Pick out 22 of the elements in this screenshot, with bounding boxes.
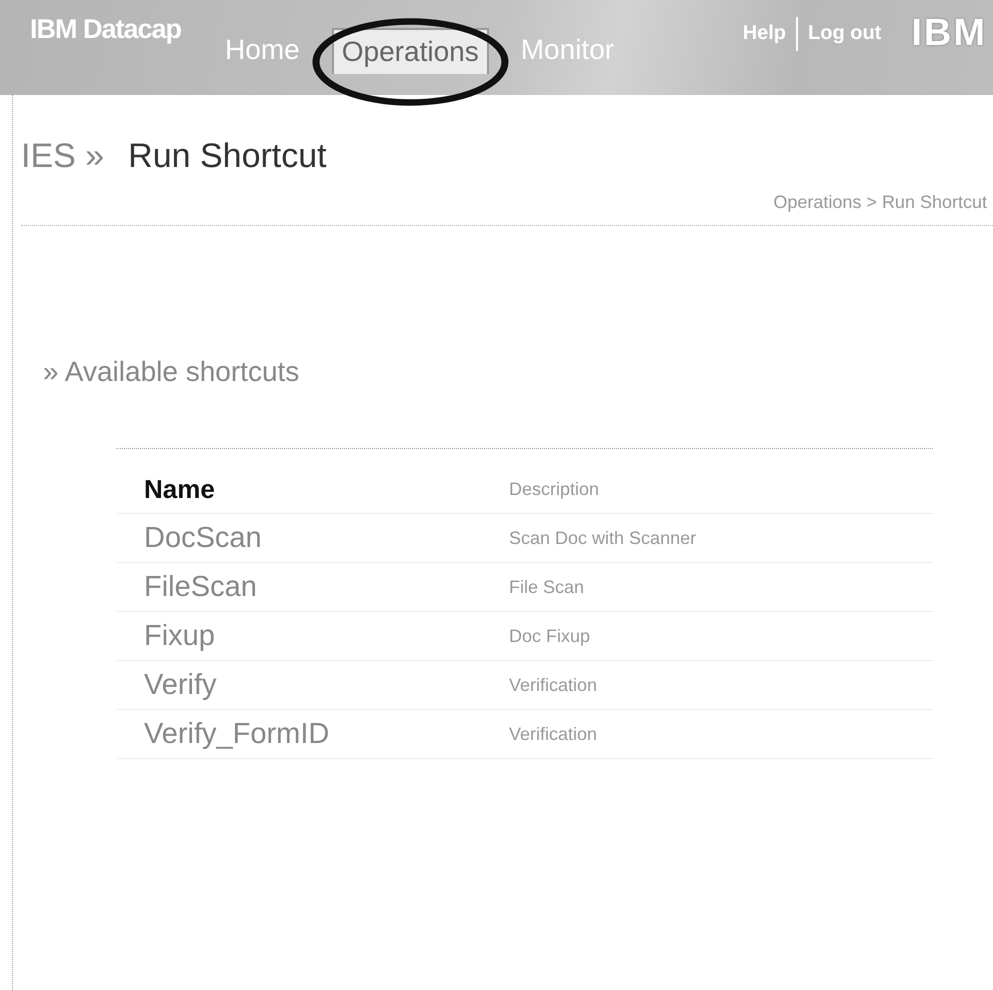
shortcut-link[interactable]: Verify_FormID — [144, 718, 509, 750]
header-link[interactable]: Log out — [808, 22, 882, 45]
product-name: IBM Datacap — [30, 14, 182, 45]
column-header: Name — [144, 474, 216, 504]
column-header: Description — [509, 478, 600, 500]
title-prefix: IES » — [21, 137, 104, 176]
header-link[interactable]: Help — [742, 22, 786, 45]
nav-tab[interactable]: Home — [215, 26, 310, 74]
shortcut-link[interactable]: FileScan — [144, 570, 509, 604]
logo: IBM — [911, 12, 987, 55]
table-cell: Doc Fixup — [509, 626, 590, 646]
table-cell: Verification — [509, 674, 598, 696]
table-cell: Verification — [509, 724, 598, 744]
section-title: » Available shortcuts — [43, 356, 300, 388]
table-cell: Scan Doc with Scanner — [509, 528, 696, 548]
shortcut-link[interactable]: Fixup — [144, 620, 509, 652]
nav-tab[interactable]: Operations — [332, 28, 489, 74]
page-title: Run Shortcut — [128, 137, 327, 176]
shortcut-link[interactable]: DocScan — [144, 522, 509, 554]
breadcrumb: Operations > Run Shortcut — [773, 192, 987, 213]
table-cell: File Scan — [509, 576, 584, 598]
shortcut-link[interactable]: Verify — [144, 668, 509, 702]
